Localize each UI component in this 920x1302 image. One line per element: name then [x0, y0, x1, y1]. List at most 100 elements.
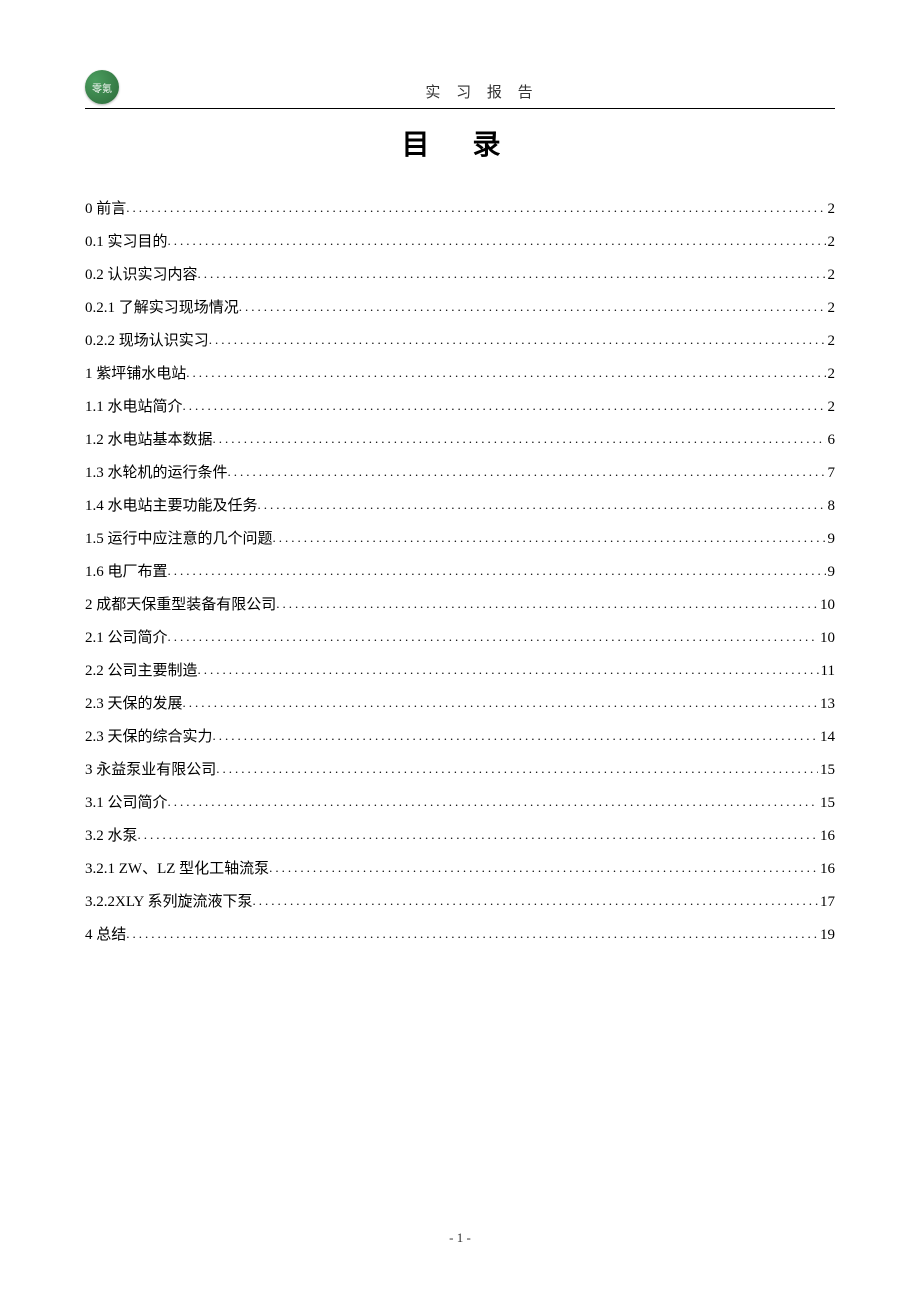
toc-entry: 2.3 天保的综合实力 14 [85, 721, 835, 754]
page-footer: - 1 - [0, 1230, 920, 1246]
toc-dots [126, 920, 818, 949]
toc-entry-label: 0.2 认识实习内容 [85, 259, 198, 292]
toc-dots [168, 227, 826, 256]
toc-entry: 2.3 天保的发展 13 [85, 688, 835, 721]
toc-dots [269, 854, 818, 883]
page-number: - 1 - [449, 1230, 471, 1245]
toc-entry: 3 永益泵业有限公司 15 [85, 754, 835, 787]
toc-entry-label: 2.3 天保的发展 [85, 688, 183, 721]
toc-entry: 1.1 水电站简介 2 [85, 391, 835, 424]
toc-entry-label: 3.2.2XLY 系列旋流液下泵 [85, 886, 253, 919]
toc-dots [253, 887, 818, 916]
table-of-contents: 0 前言 2 0.1 实习目的 2 0.2 认识实习内容 2 0.2.1 了解实习现场情况 2… [85, 193, 835, 952]
toc-entry: 0 前言 2 [85, 193, 835, 226]
toc-entry-page: 16 [818, 820, 835, 853]
toc-dots [126, 194, 825, 223]
toc-entry: 0.2.1 了解实习现场情况 2 [85, 292, 835, 325]
toc-entry: 2.1 公司简介 10 [85, 622, 835, 655]
toc-entry-page: 14 [818, 721, 835, 754]
toc-dots [198, 656, 819, 685]
toc-entry: 3.2 水泵 16 [85, 820, 835, 853]
toc-dots [228, 458, 826, 487]
document-page: 零氪 实 习 报 告 目 录 0 前言 2 0.1 实习目的 2 0.2 认识实习内容 2… [0, 0, 920, 1302]
toc-entry: 0.2.2 现场认识实习 2 [85, 325, 835, 358]
toc-entry-label: 2.2 公司主要制造 [85, 655, 198, 688]
toc-dots [239, 293, 826, 322]
toc-dots [168, 788, 818, 817]
toc-entry-label: 2.1 公司简介 [85, 622, 168, 655]
toc-entry-label: 1.2 水电站基本数据 [85, 424, 213, 457]
toc-entry-label: 0 前言 [85, 193, 126, 226]
toc-dots [168, 623, 818, 652]
toc-entry: 3.2.1 ZW、LZ 型化工轴流泵 16 [85, 853, 835, 886]
header-title: 实 习 报 告 [129, 81, 835, 104]
toc-entry: 3.1 公司简介 15 [85, 787, 835, 820]
toc-entry-label: 3.2 水泵 [85, 820, 138, 853]
toc-entry-page: 6 [826, 424, 836, 457]
toc-entry-label: 1 紫坪铺水电站 [85, 358, 186, 391]
document-title: 目 录 [85, 123, 835, 163]
toc-entry-page: 9 [826, 556, 836, 589]
toc-entry: 1.6 电厂布置 9 [85, 556, 835, 589]
toc-dots [168, 557, 826, 586]
toc-entry-page: 9 [826, 523, 836, 556]
toc-entry: 2.2 公司主要制造 11 [85, 655, 835, 688]
toc-entry-label: 1.4 水电站主要功能及任务 [85, 490, 258, 523]
toc-entry-page: 11 [819, 655, 835, 688]
toc-dots [273, 524, 826, 553]
toc-entry: 2 成都天保重型装备有限公司 10 [85, 589, 835, 622]
toc-entry-page: 2 [826, 259, 836, 292]
toc-entry-label: 0.2.2 现场认识实习 [85, 325, 209, 358]
toc-entry-label: 0.2.1 了解实习现场情况 [85, 292, 239, 325]
toc-entry: 1.3 水轮机的运行条件7 [85, 457, 835, 490]
toc-entry-page: 2 [826, 325, 836, 358]
toc-entry-page: 17 [818, 886, 835, 919]
toc-entry: 4 总结 19 [85, 919, 835, 952]
toc-dots [258, 491, 826, 520]
toc-entry-label: 0.1 实习目的 [85, 226, 168, 259]
toc-entry-page: 16 [818, 853, 835, 886]
toc-entry-page: 2 [826, 226, 836, 259]
toc-entry: 3.2.2XLY 系列旋流液下泵 17 [85, 886, 835, 919]
toc-dots [276, 590, 818, 619]
toc-entry-label: 2 成都天保重型装备有限公司 [85, 589, 276, 622]
toc-dots [209, 326, 826, 355]
page-header: 零氪 实 习 报 告 [85, 70, 835, 109]
toc-entry-label: 2.3 天保的综合实力 [85, 721, 213, 754]
toc-entry: 1.4 水电站主要功能及任务 8 [85, 490, 835, 523]
toc-dots [213, 425, 826, 454]
toc-entry-label: 4 总结 [85, 919, 126, 952]
toc-entry-page: 15 [818, 787, 835, 820]
toc-dots [198, 260, 826, 289]
toc-entry-page: 15 [818, 754, 835, 787]
toc-entry: 1 紫坪铺水电站 2 [85, 358, 835, 391]
toc-entry-label: 3.2.1 ZW、LZ 型化工轴流泵 [85, 853, 269, 886]
toc-dots [216, 755, 818, 784]
toc-entry: 0.1 实习目的 2 [85, 226, 835, 259]
logo-text: 零氪 [92, 80, 112, 95]
toc-entry-page: 10 [818, 589, 835, 622]
toc-entry-page: 2 [826, 358, 836, 391]
toc-entry-page: 19 [818, 919, 835, 952]
toc-dots [183, 689, 818, 718]
toc-entry-page: 10 [818, 622, 835, 655]
toc-entry: 1.2 水电站基本数据 6 [85, 424, 835, 457]
toc-dots [138, 821, 818, 850]
toc-entry-label: 1.1 水电站简介 [85, 391, 183, 424]
toc-entry-label: 1.6 电厂布置 [85, 556, 168, 589]
toc-dots [213, 722, 818, 751]
toc-entry: 1.5 运行中应注意的几个问题 9 [85, 523, 835, 556]
toc-entry-page: 8 [826, 490, 836, 523]
toc-dots [183, 392, 826, 421]
toc-dots [186, 359, 825, 388]
toc-entry-label: 3.1 公司简介 [85, 787, 168, 820]
toc-entry-page: 2 [826, 292, 836, 325]
toc-entry-page: 2 [826, 391, 836, 424]
toc-entry-label: 1.3 水轮机的运行条件 [85, 457, 228, 490]
toc-entry-page: 13 [818, 688, 835, 721]
toc-entry-page: 2 [826, 193, 836, 226]
toc-entry: 0.2 认识实习内容 2 [85, 259, 835, 292]
toc-entry-label: 1.5 运行中应注意的几个问题 [85, 523, 273, 556]
logo-icon: 零氪 [85, 70, 119, 104]
toc-entry-label: 3 永益泵业有限公司 [85, 754, 216, 787]
